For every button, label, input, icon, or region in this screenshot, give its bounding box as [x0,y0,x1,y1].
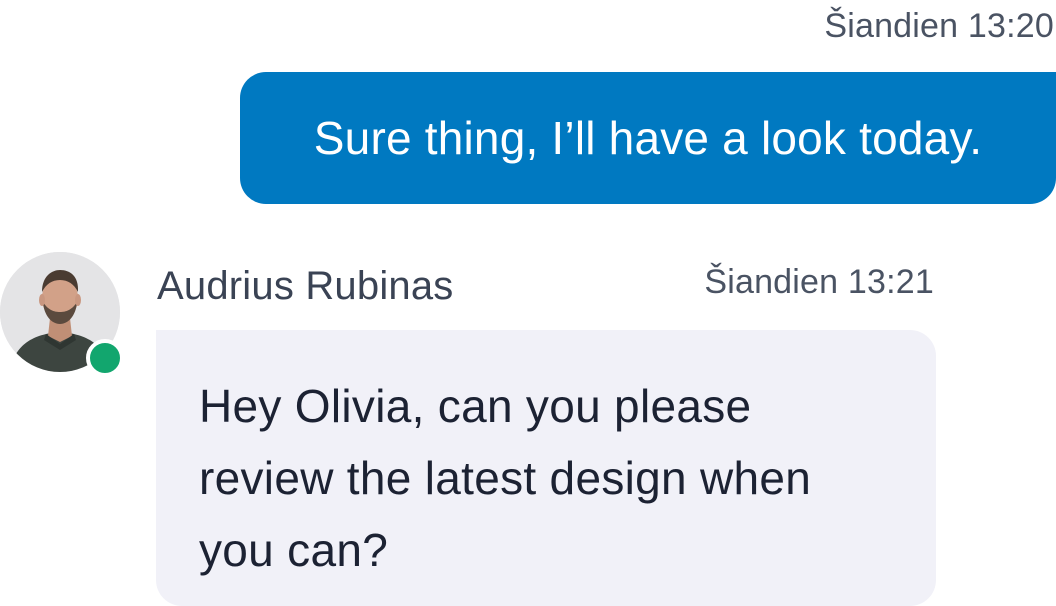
incoming-timestamp: Šiandien 13:21 [704,263,934,301]
incoming-message-bubble[interactable]: Hey Olivia, can you please review the la… [156,330,936,606]
message-line: review the latest design when [199,452,812,504]
outgoing-timestamp: Šiandien 13:20 [824,7,1054,45]
incoming-message-text: Hey Olivia, can you please review the la… [199,370,896,586]
message-line: you can? [199,524,389,576]
message-line: Hey Olivia, can you please [199,380,752,432]
sender-name[interactable]: Audrius Rubinas [157,262,454,310]
outgoing-message-text: Sure thing, I’ll have a look today. [313,112,983,164]
outgoing-message-bubble[interactable]: Sure thing, I’ll have a look today. [240,72,1056,204]
online-status-icon [86,339,124,377]
chat-thread: Šiandien 13:20 Sure thing, I’ll have a l… [0,0,1056,606]
